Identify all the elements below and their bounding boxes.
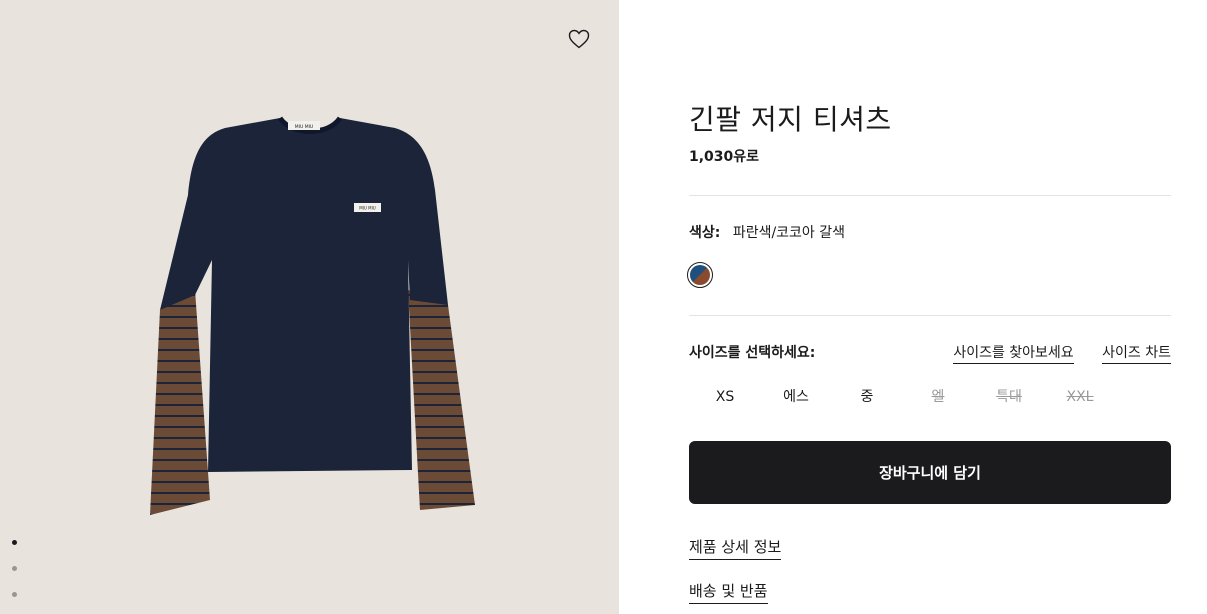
heart-icon[interactable] [567,27,591,51]
size-option-s[interactable]: 에스 [761,384,831,410]
size-option-m[interactable]: 중 [832,384,902,410]
size-label: 사이즈를 선택하세요: [689,345,816,361]
svg-text:MIU MIU: MIU MIU [295,124,313,130]
size-option-l[interactable]: 엘 [903,384,973,410]
color-swatch[interactable] [687,262,713,288]
color-value: 파란색/코코아 갈색 [732,225,846,241]
gallery-dot[interactable] [12,592,17,597]
product-page: MIU MIU MIU MIU 긴팔 저지 티셔츠 1,030유로 색상: 파란… [0,0,1207,614]
color-swatch-fill [690,265,710,285]
left-striped-sleeve [150,290,210,515]
size-options: XS 에스 중 엘 특대 XXL [689,384,1115,410]
product-title: 긴팔 저지 티셔츠 [689,103,892,136]
product-gallery[interactable]: MIU MIU MIU MIU [0,0,619,614]
divider [689,195,1171,196]
shipping-returns-link[interactable]: 배송 및 반품 [689,580,768,604]
gallery-pagination [12,540,22,614]
divider [689,315,1171,316]
size-chart-link[interactable]: 사이즈 차트 [1102,345,1171,364]
size-option-xl[interactable]: 특대 [974,384,1044,410]
gallery-dot[interactable] [12,566,17,571]
gallery-dot[interactable] [12,540,17,545]
color-label: 색상: [689,225,721,241]
add-to-cart-button[interactable]: 장바구니에 담기 [689,441,1171,504]
color-selection: 색상: 파란색/코코아 갈색 [689,222,845,242]
size-option-xs[interactable]: XS [690,384,760,410]
size-header: 사이즈를 선택하세요: 사이즈를 찾아보세요 사이즈 차트 [689,342,1171,364]
right-striped-sleeve [408,290,475,510]
product-image: MIU MIU MIU MIU [150,116,475,515]
product-info: 긴팔 저지 티셔츠 1,030유로 색상: 파란색/코코아 갈색 사이즈를 선택… [687,0,1171,614]
svg-text:MIU MIU: MIU MIU [359,206,375,211]
product-price: 1,030유로 [689,149,760,165]
size-finder-link[interactable]: 사이즈를 찾아보세요 [953,345,1074,364]
product-details-link[interactable]: 제품 상세 정보 [689,536,782,560]
size-option-xxl[interactable]: XXL [1045,384,1115,410]
